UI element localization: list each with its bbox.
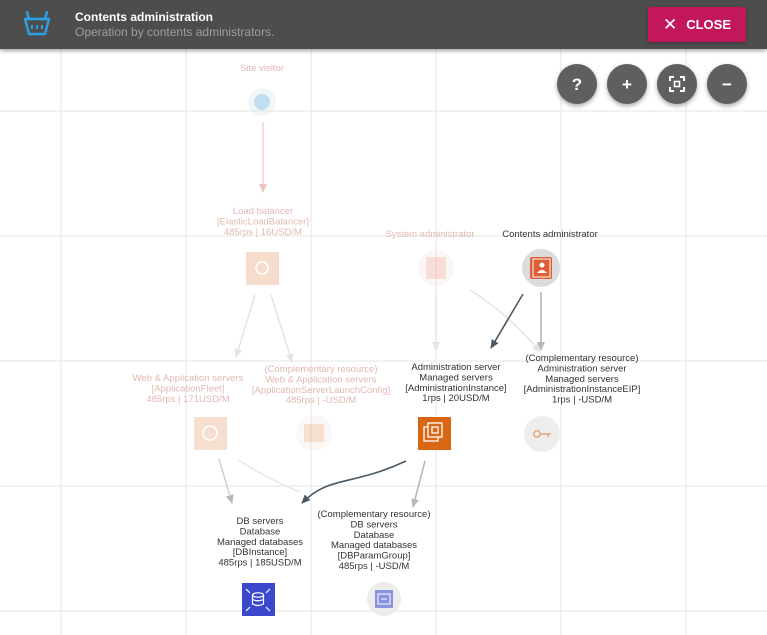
node-label-line: 485rps | -USD/M <box>286 395 357 406</box>
launch-config-icon <box>304 424 324 442</box>
node-label-line: (Complementary resource) <box>265 364 378 375</box>
label-db-servers: DB servers Database Managed databases [DBIn… <box>217 516 303 569</box>
close-button[interactable]: ✕ CLOSE <box>648 7 746 42</box>
node-label-line: Managed databases <box>331 540 417 551</box>
label-contents-admin: Contents administrator <box>502 229 598 240</box>
node-label-line: [DBParamGroup] <box>338 551 411 562</box>
edge-sysadmin-eip <box>469 289 541 353</box>
active-edges <box>218 292 545 508</box>
node-label-line: Contents administrator <box>502 229 598 240</box>
node-label-line: Managed servers <box>419 372 493 383</box>
node-label-line: (Complementary resource) <box>526 353 639 364</box>
node-admin-server[interactable] <box>418 417 451 450</box>
node-label-line: 485rps | 185USD/M <box>218 558 301 569</box>
node-label-line: Load balancer <box>233 206 293 217</box>
help-button[interactable]: ? <box>557 64 597 104</box>
close-icon: ✕ <box>662 15 678 34</box>
node-label-line: Administration server <box>537 363 626 374</box>
help-icon: ? <box>571 74 583 94</box>
edge-contents-admin-server <box>490 293 524 349</box>
node-label-line: DB servers <box>237 516 284 527</box>
person-icon <box>426 257 446 279</box>
label-admin-server-eip: (Complementary resource) Administration s… <box>524 353 641 406</box>
label-site-visitor: Site visitor <box>240 63 284 74</box>
node-db-servers[interactable] <box>242 583 275 616</box>
edge-web-db <box>218 458 234 504</box>
node-label-line: Database <box>240 526 281 537</box>
faded-edges <box>234 122 541 493</box>
minus-icon: − <box>722 74 732 94</box>
plus-icon: + <box>622 74 632 94</box>
node-label-line: 1rps | 20USD/M <box>422 393 489 404</box>
node-site-visitor[interactable] <box>248 88 276 116</box>
node-label-line: Managed servers <box>545 374 619 385</box>
node-label-line: 485rps | 16USD/M <box>224 227 302 238</box>
basket-icon <box>23 11 51 36</box>
node-label-line: (Complementary resource) <box>318 509 431 520</box>
node-label-line: [AdministrationInstanceEIP] <box>524 384 641 395</box>
edge-lb-web <box>234 294 256 358</box>
node-web-servers-config[interactable] <box>296 415 332 451</box>
node-system-admin[interactable] <box>418 250 454 286</box>
node-web-servers[interactable] <box>194 417 227 450</box>
label-web-servers-config: (Complementary resource) Web & Applicatio… <box>252 364 390 406</box>
node-db-param-group[interactable] <box>367 582 401 616</box>
zoom-out-button[interactable]: − <box>707 64 747 104</box>
zoom-in-button[interactable]: + <box>607 64 647 104</box>
node-label-line: Managed databases <box>217 537 303 548</box>
label-system-admin: System administrator <box>385 229 474 240</box>
fit-screen-icon <box>669 76 685 92</box>
edge-admin-dbparam <box>411 460 426 508</box>
node-label-line: 1rps | -USD/M <box>552 395 612 406</box>
node-label-line: [AdministrationInstance] <box>405 383 506 394</box>
label-web-servers: Web & Application servers [ApplicationFle… <box>133 373 244 405</box>
node-contents-admin[interactable] <box>522 249 560 287</box>
node-label-line: 485rps | -USD/M <box>339 561 410 572</box>
node-label-line: Administration server <box>411 362 500 373</box>
fit-screen-button[interactable] <box>657 64 697 104</box>
header-bar: Contents administration Operation by con… <box>0 0 767 49</box>
edge-admin-db <box>301 460 407 504</box>
node-label-line: [DBInstance] <box>233 547 287 558</box>
page-title: Contents administration <box>75 10 214 24</box>
node-label-line: Site visitor <box>240 63 284 74</box>
node-label-line: [ElasticLoadBalancer] <box>217 216 309 227</box>
node-load-balancer[interactable] <box>246 252 279 285</box>
edge-lb-webconfig <box>270 294 294 363</box>
node-label-line: DB servers <box>351 519 398 530</box>
close-button-label: CLOSE <box>686 17 732 32</box>
node-label-line: [ApplicationServerLaunchConfig] <box>252 385 390 396</box>
label-load-balancer: Load balancer [ElasticLoadBalancer] 485rps… <box>217 206 309 238</box>
node-label-line: [ApplicationFleet] <box>152 383 225 394</box>
edge-web-db-faded <box>237 459 301 493</box>
label-db-param-group: (Complementary resource) DB servers Databa… <box>318 509 431 572</box>
node-admin-server-eip[interactable] <box>524 416 560 452</box>
diagram-canvas[interactable]: Site visitor Load balancer [ElasticLoadBa… <box>0 49 767 635</box>
page-subtitle: Operation by contents administrators. <box>75 25 275 39</box>
globe-icon <box>254 94 270 110</box>
node-label-line: Web & Application servers <box>133 373 244 384</box>
node-label-line: System administrator <box>385 229 474 240</box>
node-label-line: 485rps | 171USD/M <box>146 394 229 405</box>
node-label-line: Web & Application servers <box>266 374 377 385</box>
label-admin-server: Administration server Managed servers [Adm… <box>405 362 506 404</box>
node-label-line: Database <box>354 530 395 541</box>
